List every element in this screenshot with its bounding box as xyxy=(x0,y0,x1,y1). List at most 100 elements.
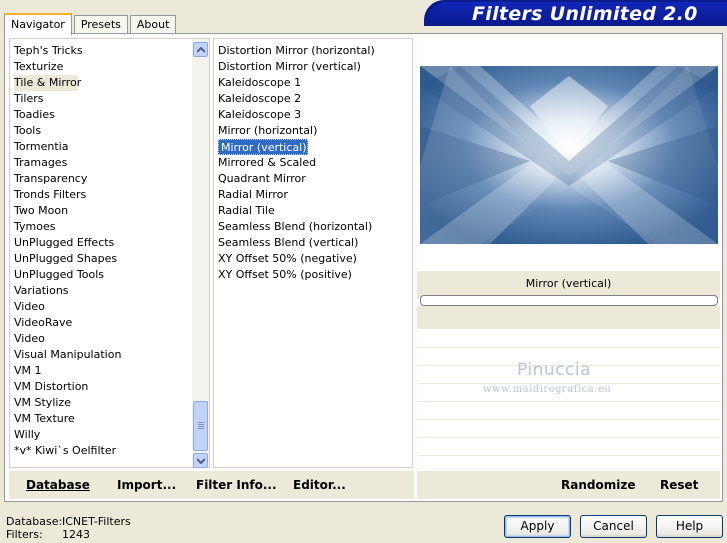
param-divider xyxy=(417,419,720,420)
editor-button[interactable]: Editor... xyxy=(293,478,346,492)
category-item[interactable]: Video xyxy=(10,331,194,347)
category-item[interactable]: Tymoes xyxy=(10,219,194,235)
category-item[interactable]: UnPlugged Tools xyxy=(10,267,194,283)
cancel-button[interactable]: Cancel xyxy=(580,515,647,538)
tab-navigator[interactable]: Navigator xyxy=(4,13,72,35)
category-item[interactable]: *v* Kiwi`s Oelfilter xyxy=(10,443,194,459)
category-item[interactable]: Tronds Filters xyxy=(10,187,194,203)
param-divider xyxy=(417,437,720,438)
category-item[interactable]: VM Distortion xyxy=(10,379,194,395)
watermark-name: Pinuccia xyxy=(517,360,591,380)
preview-filter-name: Mirror (vertical) xyxy=(525,277,612,290)
filter-item[interactable]: Kaleidoscope 2 xyxy=(218,91,375,107)
filters-status-label: Filters: xyxy=(6,528,43,541)
filter-item[interactable]: XY Offset 50% (positive) xyxy=(218,267,375,283)
tab-about[interactable]: About xyxy=(129,15,177,34)
category-item[interactable]: Texturize xyxy=(10,59,194,75)
filter-item[interactable]: Kaleidoscope 1 xyxy=(218,75,375,91)
filter-item[interactable]: Radial Mirror xyxy=(218,187,375,203)
watermark-url: www.maidiregrafica.eu xyxy=(483,384,612,395)
filter-item[interactable]: Seamless Blend (vertical) xyxy=(218,235,375,251)
filter-item[interactable]: Mirror (vertical) xyxy=(218,139,308,155)
navigator-panel: Teph's Tricks Texturize Tile & Mirror Tiler… xyxy=(4,33,723,502)
filter-item[interactable]: Seamless Blend (horizontal) xyxy=(218,219,375,235)
filter-row: XY Offset 50% (positive) xyxy=(218,267,375,283)
category-item[interactable]: VM Texture xyxy=(10,411,194,427)
filter-row: Mirror (horizontal) xyxy=(218,123,375,139)
category-item[interactable]: Transparency xyxy=(10,171,194,187)
reset-button[interactable]: Reset xyxy=(660,478,698,492)
parameter-header xyxy=(417,306,720,329)
app-title: Filters Unlimited 2.0 xyxy=(472,3,698,25)
preview-panel: Mirror (vertical) Pinuccia www.maidiregr… xyxy=(417,38,720,468)
tab-strip: Navigator Presets About xyxy=(4,12,178,35)
category-item[interactable]: Variations xyxy=(10,283,194,299)
filter-item[interactable]: Kaleidoscope 3 xyxy=(218,107,375,123)
category-item[interactable]: UnPlugged Shapes xyxy=(10,251,194,267)
param-divider xyxy=(417,401,720,402)
randomize-button[interactable]: Randomize xyxy=(561,478,635,492)
category-item[interactable]: Two Moon xyxy=(10,203,194,219)
category-items: Teph's Tricks Texturize Tile & Mirror Tiler… xyxy=(10,43,194,459)
category-item[interactable]: Teph's Tricks xyxy=(10,43,194,59)
category-list[interactable]: Teph's Tricks Texturize Tile & Mirror Tiler… xyxy=(9,38,210,468)
filter-row: Radial Tile xyxy=(218,203,375,219)
category-item[interactable]: UnPlugged Effects xyxy=(10,235,194,251)
filter-row: Mirror (vertical) xyxy=(218,139,375,155)
filters-status-value: 1243 xyxy=(62,528,90,541)
filter-item[interactable]: Mirror (horizontal) xyxy=(218,123,375,139)
scroll-thumb[interactable] xyxy=(193,401,208,451)
database-status-value: ICNET-Filters xyxy=(62,515,131,528)
category-item[interactable]: VideoRave xyxy=(10,315,194,331)
tab-presets[interactable]: Presets xyxy=(73,15,128,34)
category-item[interactable]: Tormentia xyxy=(10,139,194,155)
filter-item[interactable]: Mirrored & Scaled xyxy=(218,155,375,171)
scroll-up-button[interactable] xyxy=(193,42,208,57)
category-item[interactable]: Toadies xyxy=(10,107,194,123)
scroll-down-button[interactable] xyxy=(193,453,208,468)
filter-item[interactable]: Distortion Mirror (horizontal) xyxy=(218,43,375,59)
filter-item[interactable]: XY Offset 50% (negative) xyxy=(218,251,375,267)
chevron-down-icon xyxy=(197,458,205,464)
filters-status: Filters: 1243 xyxy=(6,528,90,541)
category-item[interactable]: Willy xyxy=(10,427,194,443)
category-item[interactable]: Video xyxy=(10,299,194,315)
database-label: Database xyxy=(26,478,90,492)
category-item[interactable]: Tile & Mirror xyxy=(14,75,81,91)
filter-row: Radial Mirror xyxy=(218,187,375,203)
filter-info-button[interactable]: Filter Info... xyxy=(196,478,277,492)
import-button[interactable]: Import... xyxy=(117,478,176,492)
preview-image xyxy=(420,66,718,244)
filter-item[interactable]: Radial Tile xyxy=(218,203,375,219)
category-item[interactable]: Visual Manipulation xyxy=(10,347,194,363)
help-button[interactable]: Help xyxy=(656,515,723,538)
filter-row: Distortion Mirror (vertical) xyxy=(218,59,375,75)
filter-item[interactable]: Distortion Mirror (vertical) xyxy=(218,59,375,75)
filter-items: Distortion Mirror (horizontal) Distortion… xyxy=(218,43,375,283)
filter-item[interactable]: Quadrant Mirror xyxy=(218,171,375,187)
category-item[interactable]: Tools xyxy=(10,123,194,139)
progress-bar xyxy=(420,295,718,306)
category-scrollbar[interactable] xyxy=(192,39,209,468)
filter-list[interactable]: Distortion Mirror (horizontal) Distortion… xyxy=(213,38,413,468)
category-item[interactable]: Tilers xyxy=(10,91,194,107)
category-item[interactable]: Tramages xyxy=(10,155,194,171)
param-divider xyxy=(417,347,720,348)
title-banner: Filters Unlimited 2.0 xyxy=(424,0,727,26)
apply-button[interactable]: Apply xyxy=(504,515,571,538)
chevron-up-icon xyxy=(197,47,205,53)
database-button[interactable]: Database xyxy=(26,478,90,492)
filter-row: XY Offset 50% (negative) xyxy=(218,251,375,267)
filter-row: Distortion Mirror (horizontal) xyxy=(218,43,375,59)
filter-row: Seamless Blend (vertical) xyxy=(218,235,375,251)
database-status-label: Database: xyxy=(6,515,63,528)
param-divider xyxy=(417,455,720,456)
filter-row: Kaleidoscope 3 xyxy=(218,107,375,123)
category-item[interactable]: VM 1 xyxy=(10,363,194,379)
filter-row: Kaleidoscope 2 xyxy=(218,91,375,107)
category-item[interactable]: VM Stylize xyxy=(10,395,194,411)
right-toolbar: Randomize Reset xyxy=(417,471,720,499)
left-toolbar: Database Import... Filter Info... Editor… xyxy=(9,471,414,499)
database-status: Database: ICNET-Filters xyxy=(6,515,131,528)
filter-row: Quadrant Mirror xyxy=(218,171,375,187)
